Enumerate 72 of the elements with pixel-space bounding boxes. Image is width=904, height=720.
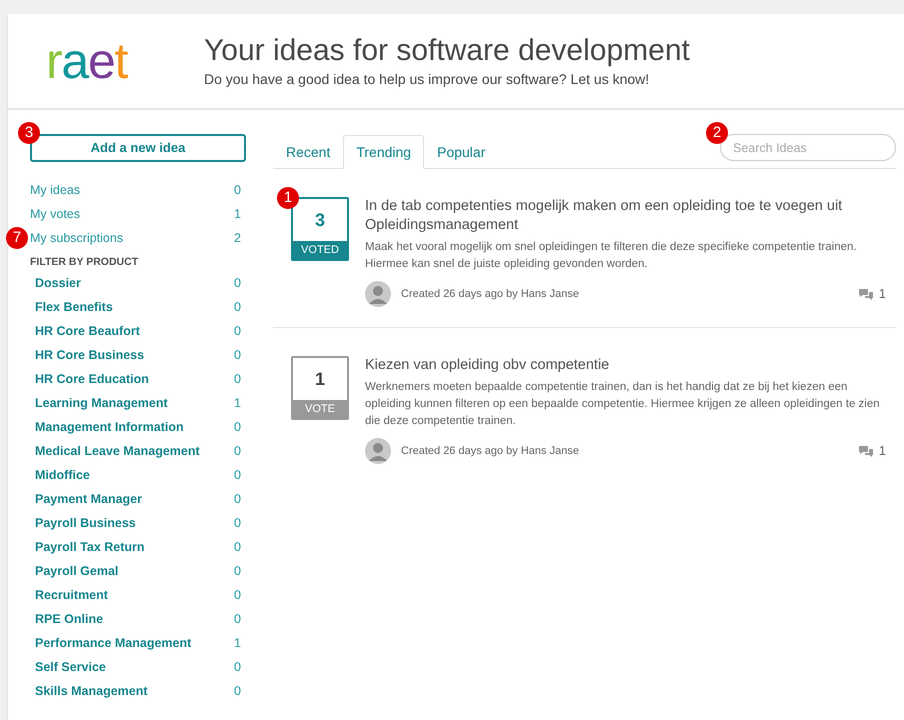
count: 2 [234,230,242,247]
sidebar-link[interactable]: Payment Manager [30,490,142,510]
filter-heading: FILTER BY PRODUCT [30,255,140,270]
comment-count: 1 [878,442,886,460]
sidebar-link[interactable]: Management Information [30,418,184,438]
comments-icon [858,444,874,458]
count: 0 [234,323,242,340]
count: 0 [234,563,242,580]
page-title: Your ideas for software development [204,32,690,69]
sidebar-link[interactable]: My ideas [30,180,80,200]
sidebar-link[interactable]: My votes [30,204,80,224]
sidebar-link[interactable]: Flex Benefits [30,298,113,318]
count: 0 [234,275,242,292]
sidebar-link[interactable]: Dossier [30,274,81,294]
vote-label: VOTED [293,241,347,259]
count: 0 [234,659,242,676]
search-field[interactable]: Search Ideas [720,134,896,161]
vote-label: VOTE [293,400,347,418]
idea-meta: Created 26 days ago by Hans Janse [401,286,579,302]
count: 1 [234,206,242,223]
count: 0 [234,419,242,436]
count: 0 [234,683,242,700]
sidebar-link[interactable]: Recruitment [30,586,108,606]
vote-count: 1 [314,368,326,390]
count: 0 [234,587,242,604]
tab[interactable]: Trending [343,135,424,169]
count: 0 [234,467,242,484]
callout-marker: 7 [6,227,28,249]
sidebar-link[interactable]: HR Core Education [30,370,149,390]
vote-count: 3 [314,208,326,232]
idea-meta: Created 26 days ago by Hans Janse [401,444,579,459]
count: 1 [234,395,242,412]
avatar-icon [365,438,391,464]
sidebar-link[interactable]: Payroll Tax Return [30,538,145,558]
sidebar-link[interactable]: Midoffice [30,466,90,486]
count: 0 [234,443,242,460]
callout-marker: 3 [18,122,40,144]
count: 0 [234,371,242,388]
sidebar-link[interactable]: HR Core Beaufort [30,322,140,342]
tab[interactable]: Popular [424,135,498,169]
sidebar-link[interactable]: Self Service [30,658,106,678]
logo: raet [45,36,129,86]
tab[interactable]: Recent [273,135,344,169]
idea-description: Werknemers moeten bepaalde competentie trainen, dan is het handig dat ze bij het kiezen een opleiding kunnen filteren op een bepaalde competentie. Hiermee krijgen ze alleen opleidingen te zien die deze competentie trainen. [365,380,881,429]
vote-box[interactable]: 3 VOTED [291,197,349,261]
count: 0 [234,539,242,556]
sidebar-link[interactable]: Learning Management [30,394,168,414]
count: 0 [234,347,242,364]
count: 0 [234,515,242,532]
callout-marker: 2 [706,122,728,144]
count: 1 [234,635,242,652]
count: 0 [234,182,242,199]
sidebar-link[interactable]: HR Core Business [30,346,144,366]
vote-box[interactable]: 1 VOTE [291,356,349,420]
count: 0 [234,611,242,628]
page-subtitle: Do you have a good idea to help us improve our software? Let us know! [204,70,650,90]
sidebar-link[interactable]: Skills Management [30,682,148,702]
idea-title[interactable]: In de tab competenties mogelijk maken om een opleiding toe te voegen uit Opleidingsmanagement [365,197,896,235]
sidebar-link[interactable]: Payroll Business [30,514,136,534]
sidebar-link[interactable]: Medical Leave Management [30,442,200,462]
sidebar-link[interactable]: Payroll Gemal [30,562,118,582]
avatar-icon [365,281,391,307]
sidebar-link[interactable]: RPE Online [30,610,104,630]
comments-icon [858,288,874,300]
idea-title[interactable]: Kiezen van opleiding obv competentie [365,356,896,375]
comment-count: 1 [878,285,886,304]
count: 0 [234,299,242,316]
count: 0 [234,491,242,508]
callout-marker: 1 [277,187,299,209]
sidebar-link[interactable]: Performance Management [30,634,192,654]
sidebar-link[interactable]: My subscriptions [30,228,124,248]
idea-description: Maak het vooral mogelijk om snel opleidingen te filteren die deze specifieke competentie trainen. Hiermee kan snel de juiste opleiding gevonden worden. [365,240,858,272]
